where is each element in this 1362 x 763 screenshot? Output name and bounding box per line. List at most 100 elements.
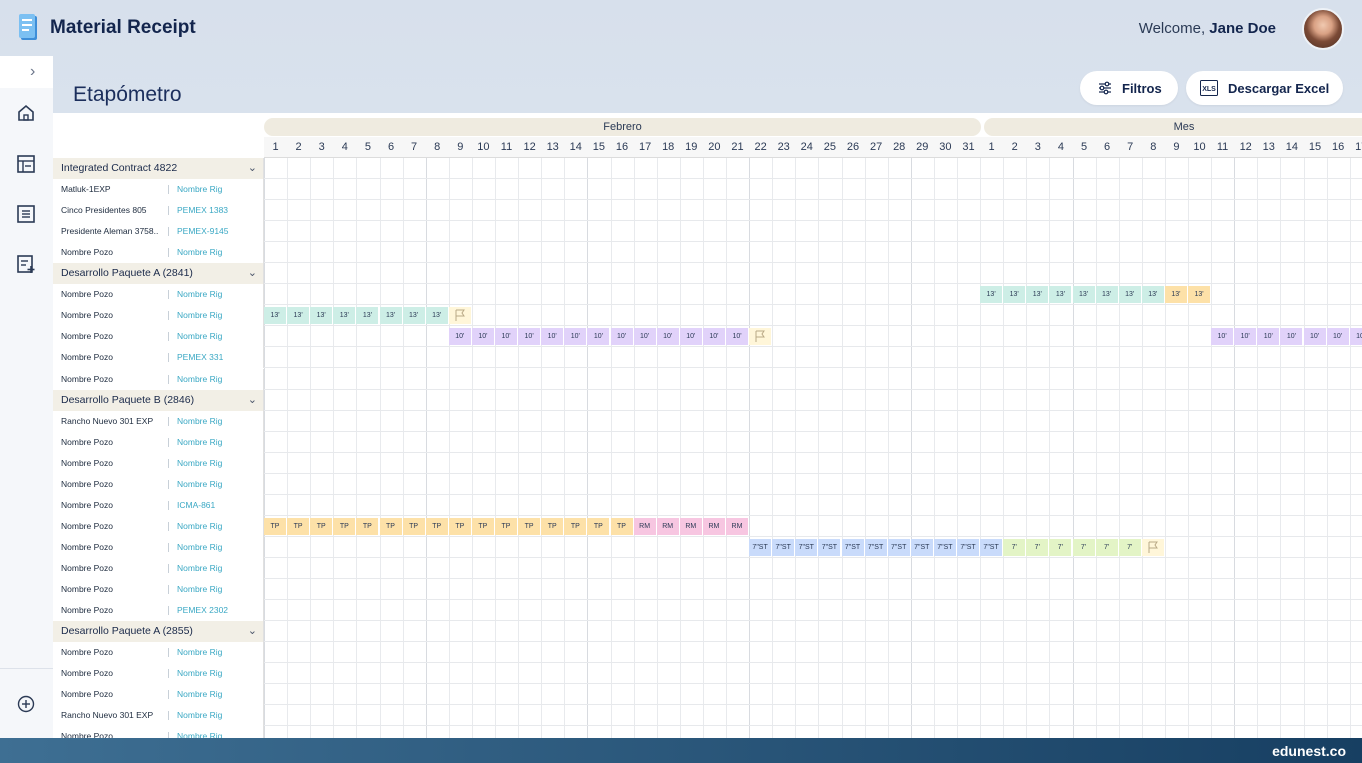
stage-chip[interactable]: 7"ST (864, 538, 887, 556)
sidebar-toggle-button[interactable]: › (0, 56, 53, 88)
rig-link[interactable]: Nombre Rig (177, 542, 222, 552)
stage-chip[interactable]: 10' (610, 328, 633, 346)
stage-chip[interactable]: 7"ST (910, 538, 933, 556)
stage-chip[interactable]: TP (264, 517, 286, 535)
rig-link[interactable]: PEMEX 2302 (177, 605, 228, 615)
stage-chip[interactable]: 7"ST (818, 538, 841, 556)
stage-chip[interactable]: 7"ST (957, 538, 979, 556)
stage-chip[interactable]: TP (564, 517, 587, 535)
stage-chip[interactable]: 7' (1118, 538, 1141, 556)
chevron-down-icon[interactable]: ⌄ (248, 266, 257, 279)
add-circle-icon[interactable] (16, 694, 36, 714)
rig-link[interactable]: Nombre Rig (177, 521, 222, 531)
flag-marker[interactable] (448, 307, 471, 325)
home-icon[interactable] (16, 103, 36, 123)
rig-link[interactable]: PEMEX 1383 (177, 205, 228, 215)
stage-chip[interactable]: 7' (1072, 538, 1095, 556)
stage-chip[interactable]: TP (287, 517, 310, 535)
stage-chip[interactable]: 7"ST (749, 538, 772, 556)
stage-chip[interactable]: 10' (679, 328, 702, 346)
stage-chip[interactable]: 10' (587, 328, 610, 346)
group-header-row[interactable]: Desarrollo Paquete B (2846) ⌄ (53, 389, 1362, 411)
stage-chip[interactable]: TP (310, 517, 333, 535)
flag-marker[interactable] (1141, 538, 1164, 556)
board-icon[interactable] (16, 154, 36, 174)
stage-chip[interactable]: 13' (1118, 286, 1141, 304)
stage-chip[interactable]: 13' (980, 286, 1003, 304)
stage-chip[interactable]: TP (610, 517, 633, 535)
rig-link[interactable]: Nombre Rig (177, 416, 222, 426)
rig-link[interactable]: Nombre Rig (177, 184, 222, 194)
stage-chip[interactable]: RM (679, 517, 702, 535)
chevron-down-icon[interactable]: ⌄ (248, 624, 257, 637)
stage-chip[interactable]: 13' (379, 307, 402, 325)
rig-link[interactable]: Nombre Rig (177, 710, 222, 720)
rig-link[interactable]: Nombre Rig (177, 479, 222, 489)
stage-chip[interactable]: TP (379, 517, 402, 535)
rig-link[interactable]: Nombre Rig (177, 331, 222, 341)
stage-chip[interactable]: 13' (1095, 286, 1118, 304)
stage-chip[interactable]: 13' (1188, 286, 1210, 304)
stage-chip[interactable]: 13' (402, 307, 425, 325)
stage-chip[interactable]: 10' (1280, 328, 1303, 346)
stage-chip[interactable]: 7"ST (772, 538, 795, 556)
stage-chip[interactable]: TP (587, 517, 610, 535)
stage-chip[interactable]: 7"ST (841, 538, 864, 556)
stage-chip[interactable]: 7"ST (980, 538, 1003, 556)
stage-chip[interactable]: RM (726, 517, 748, 535)
rig-link[interactable]: Nombre Rig (177, 563, 222, 573)
chevron-down-icon[interactable]: ⌄ (248, 161, 257, 174)
stage-chip[interactable]: TP (495, 517, 517, 535)
stage-chip[interactable]: 13' (1072, 286, 1095, 304)
stage-chip[interactable]: 7' (1003, 538, 1026, 556)
stage-chip[interactable]: RM (633, 517, 656, 535)
stage-chip[interactable]: 10' (448, 328, 471, 346)
stage-chip[interactable]: 13' (1049, 286, 1072, 304)
stage-chip[interactable]: 10' (518, 328, 541, 346)
group-header-row[interactable]: Desarrollo Paquete A (2841) ⌄ (53, 263, 1362, 285)
stage-chip[interactable]: TP (471, 517, 494, 535)
stage-chip[interactable]: 13' (310, 307, 333, 325)
stage-chip[interactable]: TP (356, 517, 379, 535)
stage-chip[interactable]: TP (518, 517, 541, 535)
rig-link[interactable]: Nombre Rig (177, 289, 222, 299)
stage-chip[interactable]: 13' (1164, 286, 1187, 304)
stage-chip[interactable]: 10' (656, 328, 679, 346)
stage-chip[interactable]: 13' (1003, 286, 1026, 304)
rig-link[interactable]: PEMEX 331 (177, 352, 223, 362)
stage-chip[interactable]: 13' (264, 307, 286, 325)
rig-link[interactable]: Nombre Rig (177, 247, 222, 257)
stage-chip[interactable]: 10' (726, 328, 748, 346)
stage-chip[interactable]: 13' (333, 307, 356, 325)
stage-chip[interactable]: 7' (1095, 538, 1118, 556)
stage-chip[interactable]: 10' (541, 328, 564, 346)
rig-link[interactable]: Nombre Rig (177, 584, 222, 594)
stage-chip[interactable]: 10' (633, 328, 656, 346)
list-icon[interactable] (16, 204, 36, 224)
stage-chip[interactable]: 7"ST (887, 538, 910, 556)
chevron-down-icon[interactable]: ⌄ (248, 393, 257, 406)
filter-button[interactable]: Filtros (1080, 71, 1178, 105)
stage-chip[interactable]: TP (402, 517, 425, 535)
stage-chip[interactable]: 10' (471, 328, 494, 346)
stage-chip[interactable]: 7"ST (933, 538, 956, 556)
stage-chip[interactable]: 13' (1026, 286, 1049, 304)
group-header-row[interactable]: Integrated Contract 4822 ⌄ (53, 158, 1362, 179)
stage-chip[interactable]: 7' (1049, 538, 1072, 556)
stage-chip[interactable]: 10' (1211, 328, 1234, 346)
stage-chip[interactable]: 13' (1141, 286, 1164, 304)
stage-chip[interactable]: 13' (356, 307, 379, 325)
group-header-row[interactable]: Desarrollo Paquete A (2855) ⌄ (53, 621, 1362, 643)
rig-link[interactable]: Nombre Rig (177, 458, 222, 468)
stage-chip[interactable]: 10' (495, 328, 517, 346)
rig-link[interactable]: Nombre Rig (177, 668, 222, 678)
rig-link[interactable]: ICMA-861 (177, 500, 215, 510)
stage-chip[interactable]: 7"ST (795, 538, 818, 556)
stage-chip[interactable]: 10' (1349, 328, 1362, 346)
rig-link[interactable]: Nombre Rig (177, 374, 222, 384)
stage-chip[interactable]: 7' (1026, 538, 1049, 556)
stage-chip[interactable]: 10' (1303, 328, 1326, 346)
rig-link[interactable]: Nombre Rig (177, 310, 222, 320)
rig-link[interactable]: Nombre Rig (177, 437, 222, 447)
stage-chip[interactable]: TP (541, 517, 564, 535)
